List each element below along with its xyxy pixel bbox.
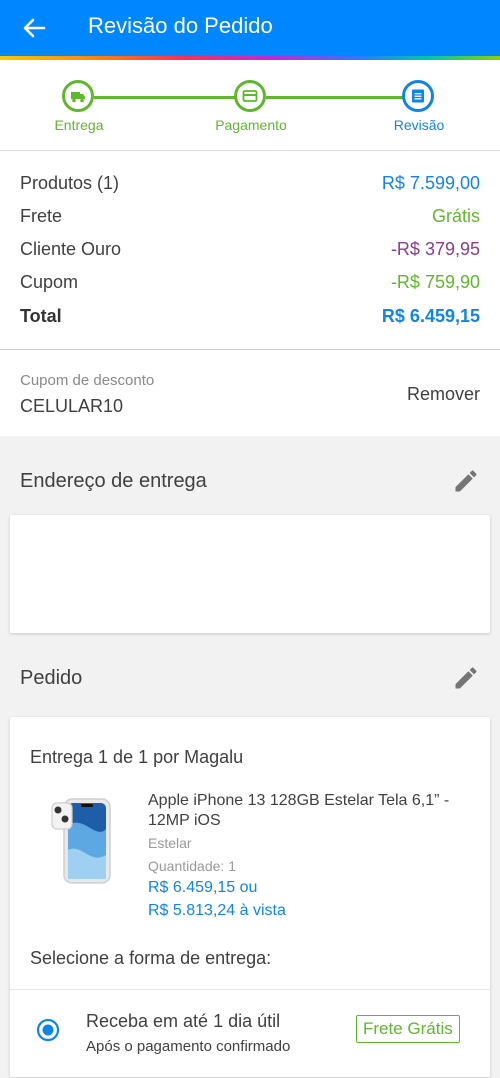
remove-coupon-button[interactable]: Remover: [407, 384, 480, 405]
quantity-label: Quantidade:: [148, 858, 225, 874]
summary-label: Frete: [20, 206, 63, 226]
quantity-value: 1: [228, 858, 236, 874]
price-installments: R$ 6.459,15 ou: [148, 879, 258, 896]
summary-row-coupon: Cupom -R$ 759,90: [20, 272, 480, 296]
summary-row-shipping: Frete Grátis: [20, 206, 480, 230]
summary-label: Total: [20, 306, 62, 326]
summary-label: Cliente Ouro: [20, 239, 122, 259]
summary-value: Grátis: [431, 206, 480, 226]
card-icon: [242, 90, 258, 102]
option-title: Receba em até 1 dia útil: [86, 1011, 281, 1031]
step-label-pagamento: Pagamento: [215, 117, 287, 133]
step-connector: [94, 96, 236, 99]
summary-value: -R$ 759,90: [390, 272, 480, 292]
truck-icon: [71, 92, 85, 103]
coupon-code: CELULAR10: [20, 396, 124, 416]
product-variant: Estelar: [148, 835, 192, 851]
radio-selected-icon[interactable]: [36, 1018, 60, 1042]
order-title: Pedido: [20, 667, 83, 689]
edit-order-pencil-icon[interactable]: [452, 664, 480, 692]
edit-address-pencil-icon[interactable]: [452, 467, 480, 495]
order-card: Entrega 1 de 1 por Magalu Apple iPhone 1…: [10, 717, 490, 1077]
step-pagamento[interactable]: [234, 80, 266, 112]
summary-label: Produtos (1): [20, 173, 120, 193]
page-title: Revisão do Pedido: [88, 13, 273, 38]
product-quantity: Quantidade: 1: [148, 858, 236, 874]
back-arrow-icon[interactable]: [20, 14, 48, 42]
shipping-option[interactable]: Receba em até 1 dia útil Após o pagament…: [10, 990, 490, 1078]
step-connector: [266, 96, 404, 99]
coupon-caption: Cupom de desconto: [20, 372, 155, 389]
summary-value: R$ 6.459,15: [381, 306, 480, 326]
shipping-prompt: Selecione a forma de entrega:: [30, 948, 272, 968]
list-icon: [412, 89, 424, 103]
product-image[interactable]: [46, 795, 126, 887]
option-subtitle: Após o pagamento confirmado: [86, 1038, 291, 1055]
summary-row-total: Total R$ 6.459,15: [20, 306, 480, 330]
address-card[interactable]: [10, 515, 490, 633]
summary-label: Cupom: [20, 272, 79, 292]
step-entrega[interactable]: [62, 80, 94, 112]
step-revisao[interactable]: [402, 80, 434, 112]
coupon-section: Cupom de desconto CELULAR10 Remover: [0, 350, 500, 436]
app-bar: Revisão do Pedido: [0, 0, 500, 56]
delivery-header: Entrega 1 de 1 por Magalu: [30, 747, 244, 767]
summary-row-gold: Cliente Ouro -R$ 379,95: [20, 239, 480, 263]
step-label-revisao: Revisão: [393, 117, 445, 133]
price-cash: R$ 5.813,24 à vista: [148, 902, 286, 919]
free-shipping-badge: Frete Grátis: [356, 1015, 460, 1043]
checkout-stepper: Entrega Pagamento Revisão: [0, 60, 500, 151]
order-summary: Produtos (1) R$ 7.599,00 Frete Grátis Cl…: [0, 151, 500, 350]
address-title: Endereço de entrega: [20, 470, 207, 492]
summary-row-products: Produtos (1) R$ 7.599,00: [20, 173, 480, 197]
summary-value: R$ 7.599,00: [381, 173, 480, 193]
product-name[interactable]: Apple iPhone 13 128GB Estelar Tela 6,1” …: [148, 791, 468, 831]
step-label-entrega: Entrega: [54, 117, 104, 133]
summary-value: -R$ 379,95: [390, 239, 480, 259]
